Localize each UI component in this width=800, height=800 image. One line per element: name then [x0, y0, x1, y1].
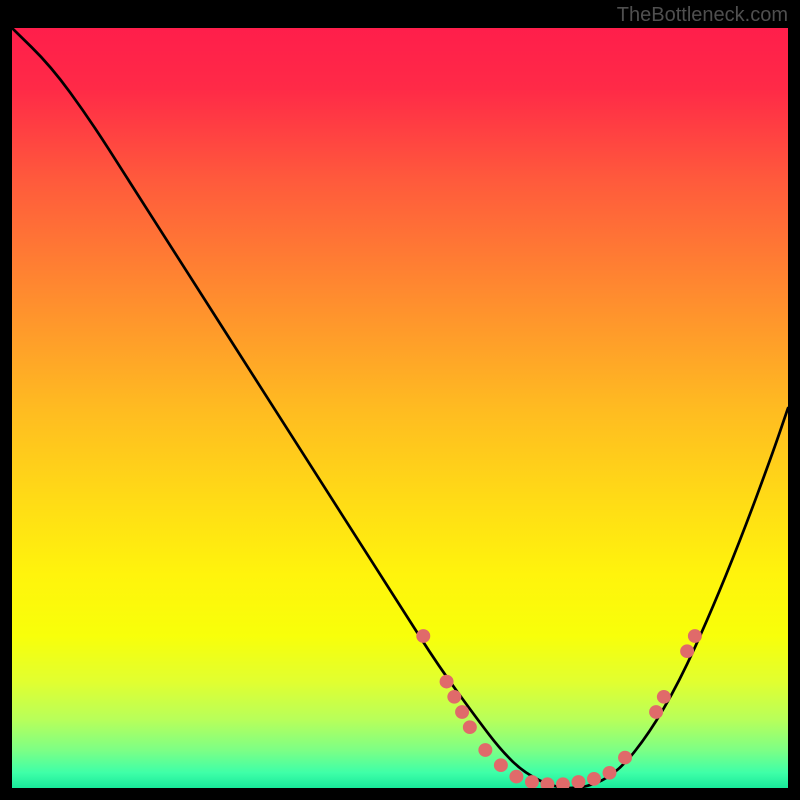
marker-point	[416, 629, 430, 643]
marker-point	[680, 644, 694, 658]
chart-curve-layer	[12, 28, 788, 788]
bottleneck-curve	[12, 28, 788, 788]
marker-point	[571, 775, 585, 788]
marker-point	[440, 675, 454, 689]
marker-point	[447, 690, 461, 704]
marker-point	[556, 777, 570, 788]
watermark-text: TheBottleneck.com	[617, 4, 788, 27]
marker-point	[688, 629, 702, 643]
marker-point	[455, 705, 469, 719]
marker-point	[540, 777, 554, 788]
marker-point	[509, 770, 523, 784]
marker-point	[525, 775, 539, 788]
marker-point	[657, 690, 671, 704]
marker-point	[478, 743, 492, 757]
marker-point	[649, 705, 663, 719]
chart-plot-area	[12, 28, 788, 788]
marker-point	[463, 720, 477, 734]
marker-point	[618, 751, 632, 765]
highlight-markers	[416, 629, 702, 788]
marker-point	[494, 758, 508, 772]
marker-point	[603, 766, 617, 780]
marker-point	[587, 772, 601, 786]
